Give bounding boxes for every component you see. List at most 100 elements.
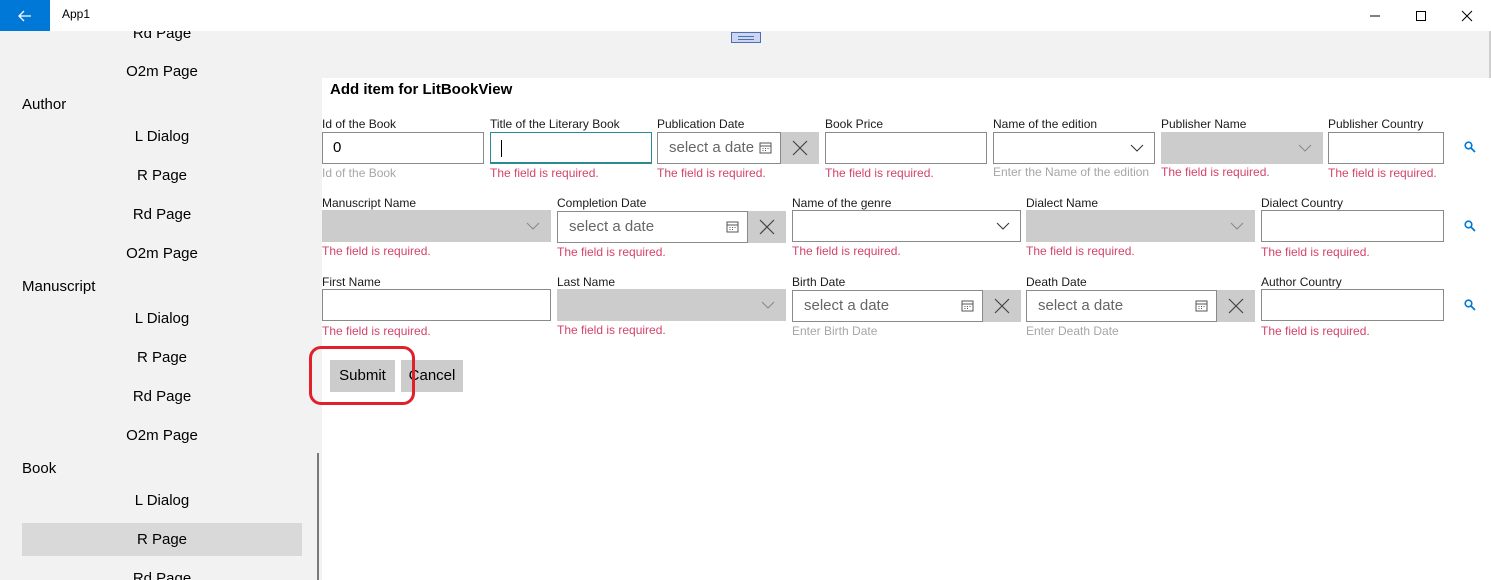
birth-date-picker[interactable]: select a date bbox=[792, 290, 983, 322]
completion-date-error: The field is required. bbox=[557, 245, 666, 259]
chevron-down-icon bbox=[1130, 144, 1144, 152]
id-input[interactable]: 0 bbox=[322, 132, 484, 164]
id-hint: Id of the Book bbox=[322, 166, 397, 180]
dialect-country-input[interactable] bbox=[1261, 210, 1444, 242]
publisher-country-error: The field is required. bbox=[1328, 166, 1437, 180]
publication-date-picker[interactable]: select a date bbox=[657, 132, 781, 164]
clear-x-icon bbox=[759, 219, 775, 235]
sidebar-item-l-dialog[interactable]: L Dialog bbox=[22, 120, 302, 153]
dialect-country-label: Dialect Country bbox=[1261, 196, 1344, 210]
id-label: Id of the Book bbox=[322, 117, 397, 131]
sidebar-item-rd-page[interactable]: Rd Page bbox=[22, 562, 302, 580]
publication-date-error: The field is required. bbox=[657, 166, 766, 180]
minimize-button[interactable] bbox=[1352, 0, 1398, 31]
dialect-country-error: The field is required. bbox=[1261, 245, 1370, 259]
manuscript-error: The field is required. bbox=[322, 244, 431, 258]
submit-highlight-annotation bbox=[309, 346, 415, 405]
date-placeholder: select a date bbox=[669, 139, 755, 156]
publisher-label: Publisher Name bbox=[1161, 117, 1247, 131]
sidebar-nav: Rd Page O2m Page Author L Dialog R Page … bbox=[0, 31, 322, 580]
dialect-combobox[interactable] bbox=[1026, 210, 1255, 242]
app-title: App1 bbox=[62, 7, 91, 21]
genre-error: The field is required. bbox=[792, 244, 901, 258]
minimize-icon bbox=[1370, 15, 1380, 16]
content-header-strip bbox=[322, 31, 1491, 78]
author-country-error: The field is required. bbox=[1261, 324, 1370, 338]
form-title: Add item for LitBookView bbox=[330, 81, 513, 98]
chevron-down-icon bbox=[1230, 222, 1244, 230]
price-input[interactable] bbox=[825, 132, 987, 164]
sidebar-item-o2m-page[interactable]: O2m Page bbox=[22, 55, 302, 88]
title-label: Title of the Literary Book bbox=[490, 117, 620, 131]
death-date-picker[interactable]: select a date bbox=[1026, 290, 1217, 322]
sidebar-item-r-page[interactable]: R Page bbox=[22, 159, 302, 192]
publisher-error: The field is required. bbox=[1161, 165, 1270, 179]
genre-combobox[interactable] bbox=[792, 210, 1021, 242]
manuscript-combobox[interactable] bbox=[322, 210, 551, 242]
sidebar-item-o2m-page[interactable]: O2m Page bbox=[22, 419, 302, 452]
first-name-error: The field is required. bbox=[322, 324, 431, 338]
clear-x-icon bbox=[1228, 298, 1244, 314]
death-date-hint: Enter Death Date bbox=[1026, 324, 1119, 338]
sidebar-item-l-dialog[interactable]: L Dialog bbox=[22, 302, 302, 335]
author-country-input[interactable] bbox=[1261, 289, 1444, 321]
publisher-country-input[interactable] bbox=[1328, 132, 1444, 164]
birth-date-label: Birth Date bbox=[792, 275, 846, 289]
chevron-down-icon bbox=[1298, 144, 1312, 152]
dialect-label: Dialect Name bbox=[1026, 196, 1099, 210]
date-placeholder: select a date bbox=[1038, 297, 1124, 314]
sidebar-scrollbar[interactable] bbox=[317, 453, 319, 580]
search-icon[interactable] bbox=[1464, 141, 1476, 153]
date-placeholder: select a date bbox=[804, 297, 890, 314]
maximize-button[interactable] bbox=[1398, 0, 1444, 31]
sidebar-group-book: Book bbox=[22, 460, 57, 477]
birth-date-hint: Enter Birth Date bbox=[792, 324, 878, 338]
genre-label: Name of the genre bbox=[792, 196, 892, 210]
chevron-down-icon bbox=[996, 222, 1010, 230]
close-window-button[interactable] bbox=[1444, 0, 1490, 31]
death-date-label: Death Date bbox=[1026, 275, 1087, 289]
clear-x-icon bbox=[994, 298, 1010, 314]
calendar-icon bbox=[726, 221, 739, 233]
sidebar-item-rd-page[interactable]: Rd Page bbox=[22, 31, 302, 50]
edition-label: Name of the edition bbox=[993, 117, 1098, 131]
title-input[interactable] bbox=[490, 132, 652, 164]
last-name-combobox[interactable] bbox=[557, 289, 786, 321]
publisher-combobox[interactable] bbox=[1161, 132, 1323, 164]
sidebar-item-rd-page[interactable]: Rd Page bbox=[22, 198, 302, 231]
text-caret bbox=[501, 139, 502, 157]
splitter-handle[interactable] bbox=[731, 32, 761, 43]
sidebar-item-o2m-page[interactable]: O2m Page bbox=[22, 237, 302, 270]
chevron-down-icon bbox=[761, 301, 775, 309]
calendar-icon bbox=[1195, 300, 1208, 312]
edition-hint: Enter the Name of the edition bbox=[993, 165, 1150, 179]
sidebar-item-r-page[interactable]: R Page bbox=[22, 341, 302, 374]
publication-date-label: Publication Date bbox=[657, 117, 745, 131]
price-label: Book Price bbox=[825, 117, 884, 131]
publisher-country-label: Publisher Country bbox=[1328, 117, 1424, 131]
sidebar-item-l-dialog[interactable]: L Dialog bbox=[22, 484, 302, 517]
chevron-down-icon bbox=[526, 222, 540, 230]
sidebar-group-author: Author bbox=[22, 96, 67, 113]
back-arrow-icon bbox=[18, 10, 31, 21]
last-name-label: Last Name bbox=[557, 275, 616, 289]
dialect-error: The field is required. bbox=[1026, 244, 1135, 258]
search-icon[interactable] bbox=[1464, 220, 1476, 232]
clear-publication-date-button[interactable] bbox=[781, 132, 819, 164]
clear-birth-date-button[interactable] bbox=[983, 290, 1021, 322]
completion-date-picker[interactable]: select a date bbox=[557, 211, 748, 243]
first-name-label: First Name bbox=[322, 275, 381, 289]
clear-completion-date-button[interactable] bbox=[748, 211, 786, 243]
clear-death-date-button[interactable] bbox=[1217, 290, 1255, 322]
completion-date-label: Completion Date bbox=[557, 196, 647, 210]
search-icon[interactable] bbox=[1464, 299, 1476, 311]
title-error: The field is required. bbox=[490, 166, 599, 180]
calendar-icon bbox=[759, 142, 772, 154]
first-name-input[interactable] bbox=[322, 289, 551, 321]
edition-combobox[interactable] bbox=[993, 132, 1155, 164]
back-button[interactable] bbox=[0, 0, 50, 31]
sidebar-item-rd-page[interactable]: Rd Page bbox=[22, 380, 302, 413]
date-placeholder: select a date bbox=[569, 218, 655, 235]
clear-x-icon bbox=[792, 140, 808, 156]
sidebar-item-r-page[interactable]: R Page bbox=[22, 523, 302, 556]
